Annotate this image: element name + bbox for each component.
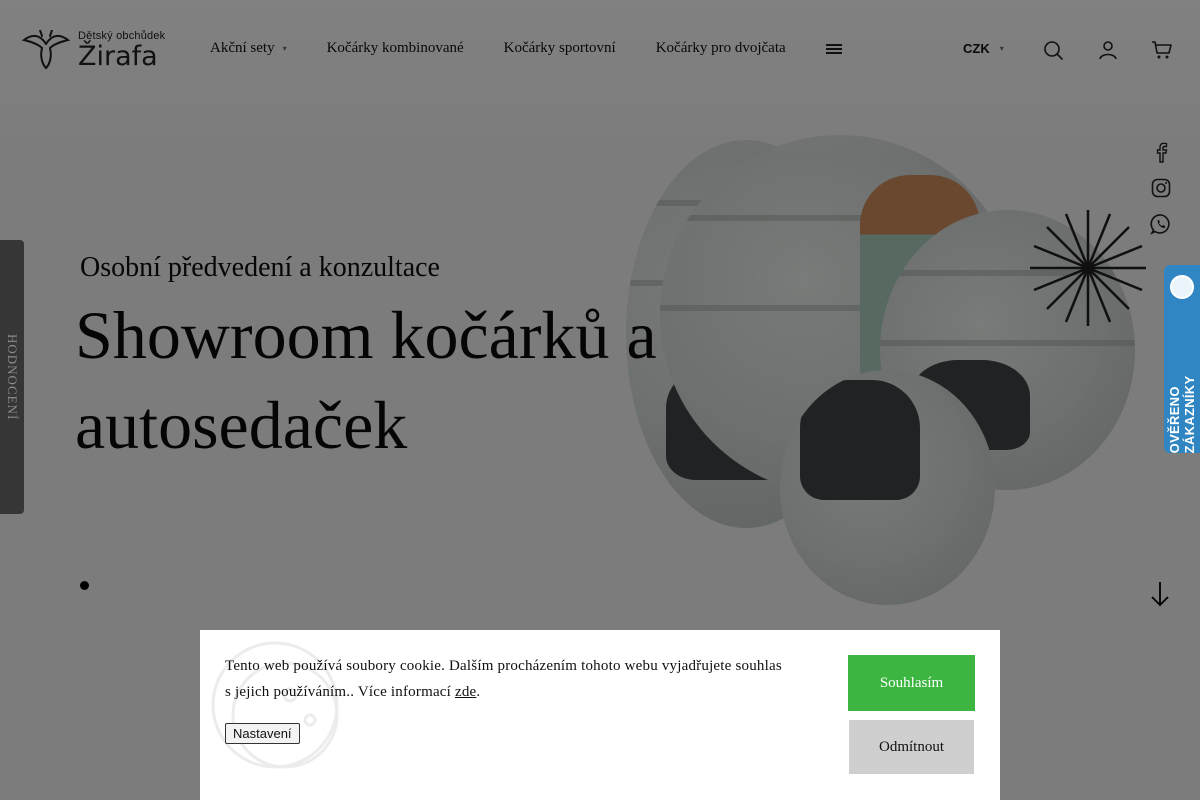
reviews-tab[interactable]: HODNOCENÍ: [0, 240, 24, 514]
decline-cookies-button[interactable]: Odmítnout: [849, 720, 974, 774]
verified-badge-icon: [1170, 275, 1194, 299]
cookie-text-end: .: [476, 684, 481, 700]
cookie-text: Tento web používá soubory cookie. Dalším…: [225, 658, 782, 700]
verified-tab-label: OVĚŘENO ZÁKAZNÍKY: [1167, 375, 1197, 453]
arrow-down-icon[interactable]: [1149, 580, 1171, 608]
slider-dot[interactable]: [80, 581, 89, 590]
more-info-link[interactable]: zde: [455, 684, 476, 700]
cookie-message: Tento web používá soubory cookie. Dalším…: [225, 653, 785, 705]
cookie-settings-button[interactable]: Nastavení: [225, 723, 300, 744]
cookie-banner: Tento web používá soubory cookie. Dalším…: [200, 630, 1000, 800]
accept-cookies-button[interactable]: Souhlasím: [848, 655, 975, 711]
verified-customers-tab[interactable]: OVĚŘENO ZÁKAZNÍKY: [1164, 265, 1200, 453]
reviews-tab-label: HODNOCENÍ: [5, 333, 20, 421]
